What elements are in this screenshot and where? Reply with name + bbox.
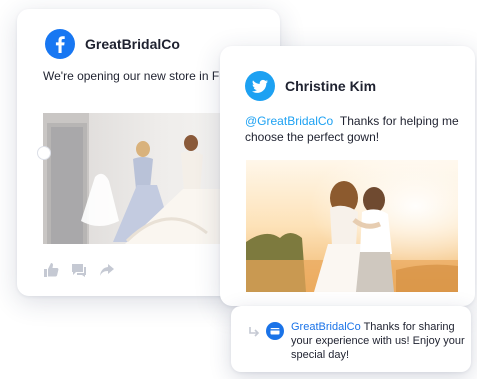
twitter-account-name[interactable]: Christine Kim <box>285 78 376 94</box>
twitter-post-header: Christine Kim <box>245 71 376 101</box>
twitter-icon <box>245 71 275 101</box>
store-avatar-icon <box>266 322 284 340</box>
like-icon[interactable] <box>43 263 59 277</box>
facebook-post-actions <box>43 263 127 277</box>
twitter-post-card: Christine Kim @GreatBridalCo Thanks for … <box>220 46 475 306</box>
reply-arrow-icon <box>249 327 260 337</box>
facebook-icon <box>45 29 75 59</box>
mention-link[interactable]: @GreatBridalCo <box>245 114 333 128</box>
share-icon[interactable] <box>99 263 115 277</box>
reply-handle[interactable]: GreatBridalCo <box>291 321 361 333</box>
twitter-post-text: @GreatBridalCo Thanks for helping me cho… <box>245 113 467 145</box>
comment-icon[interactable] <box>71 263 87 277</box>
reply-card: GreatBridalCo Thanks for sharing your ex… <box>231 306 471 372</box>
reply-text: GreatBridalCo Thanks for sharing your ex… <box>291 320 467 362</box>
facebook-account-name[interactable]: GreatBridalCo <box>85 36 180 52</box>
facebook-post-header: GreatBridalCo <box>45 29 180 59</box>
carousel-handle[interactable] <box>37 146 51 160</box>
couple-photo[interactable] <box>246 160 458 292</box>
